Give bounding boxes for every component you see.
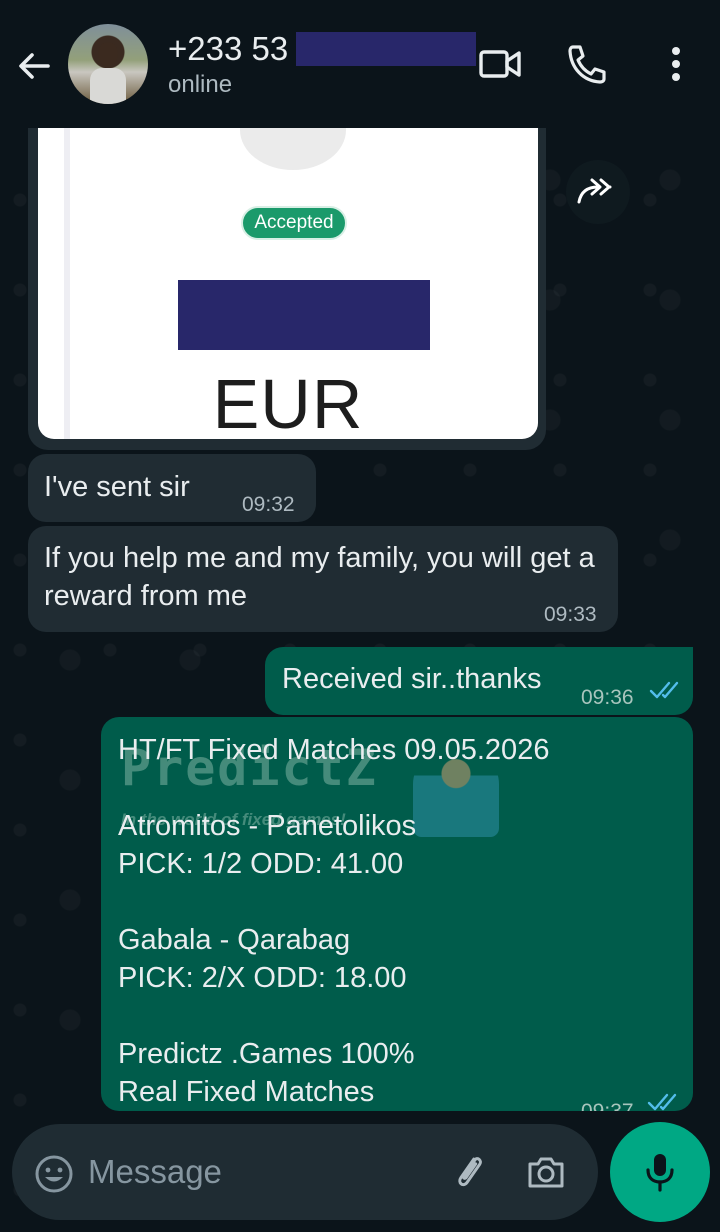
emoji-icon[interactable] bbox=[32, 1152, 76, 1196]
mic-button[interactable] bbox=[610, 1122, 710, 1222]
avatar[interactable] bbox=[68, 24, 148, 104]
message-text: I've sent sir bbox=[44, 471, 190, 503]
image-message-content[interactable]: Accepted EUR bbox=[38, 128, 538, 439]
message-text: If you help me and my family, you will g… bbox=[44, 542, 595, 612]
redaction-box bbox=[296, 32, 476, 66]
message-time: 09:36 bbox=[581, 686, 634, 709]
contact-status: online bbox=[168, 71, 233, 98]
currency-label: EUR bbox=[212, 365, 364, 439]
message-line: PICK: 1/2 ODD: 41.00 bbox=[118, 848, 404, 880]
back-arrow-icon[interactable] bbox=[14, 46, 54, 86]
more-options-icon[interactable] bbox=[652, 40, 700, 88]
contact-name[interactable]: +233 53 bbox=[168, 30, 288, 68]
redaction-box bbox=[178, 280, 430, 350]
message-bubble-incoming[interactable]: I've sent sir 09:32 bbox=[28, 454, 316, 522]
message-bubble-incoming[interactable]: If you help me and my family, you will g… bbox=[28, 526, 618, 632]
chat-header: +233 53 online bbox=[0, 0, 720, 128]
message-line: HT/FT Fixed Matches 09.05.2026 bbox=[118, 734, 550, 766]
message-text: Received sir..thanks bbox=[282, 663, 542, 695]
forward-icon bbox=[577, 178, 612, 204]
message-line: Predictz .Games 100% bbox=[118, 1038, 415, 1070]
double-check-icon bbox=[649, 681, 679, 699]
message-line: Real Fixed Matches bbox=[118, 1076, 375, 1108]
message-composer bbox=[12, 1124, 598, 1220]
camera-icon[interactable] bbox=[522, 1148, 570, 1196]
message-line: Gabala - Qarabag bbox=[118, 924, 351, 956]
attach-icon[interactable] bbox=[446, 1148, 494, 1196]
message-input[interactable] bbox=[88, 1150, 428, 1194]
forward-button[interactable] bbox=[566, 160, 630, 224]
message-bubble-outgoing[interactable]: PredictZ In the world of fixed games! HT… bbox=[101, 717, 693, 1111]
accepted-badge: Accepted bbox=[241, 206, 347, 240]
message-bubble-outgoing[interactable]: Received sir..thanks 09:36 bbox=[265, 647, 693, 715]
message-time: 09:37 bbox=[581, 1093, 634, 1111]
message-time: 09:33 bbox=[544, 603, 597, 626]
double-check-icon bbox=[647, 1093, 677, 1111]
profile-placeholder-circle bbox=[240, 128, 346, 170]
video-call-icon[interactable] bbox=[476, 40, 524, 88]
phone-icon[interactable] bbox=[563, 40, 611, 88]
message-line: Atromitos - Panetolikos bbox=[118, 810, 417, 842]
message-line: PICK: 2/X ODD: 18.00 bbox=[118, 962, 407, 994]
mic-icon bbox=[646, 1154, 674, 1192]
message-time: 09:32 bbox=[242, 493, 295, 516]
